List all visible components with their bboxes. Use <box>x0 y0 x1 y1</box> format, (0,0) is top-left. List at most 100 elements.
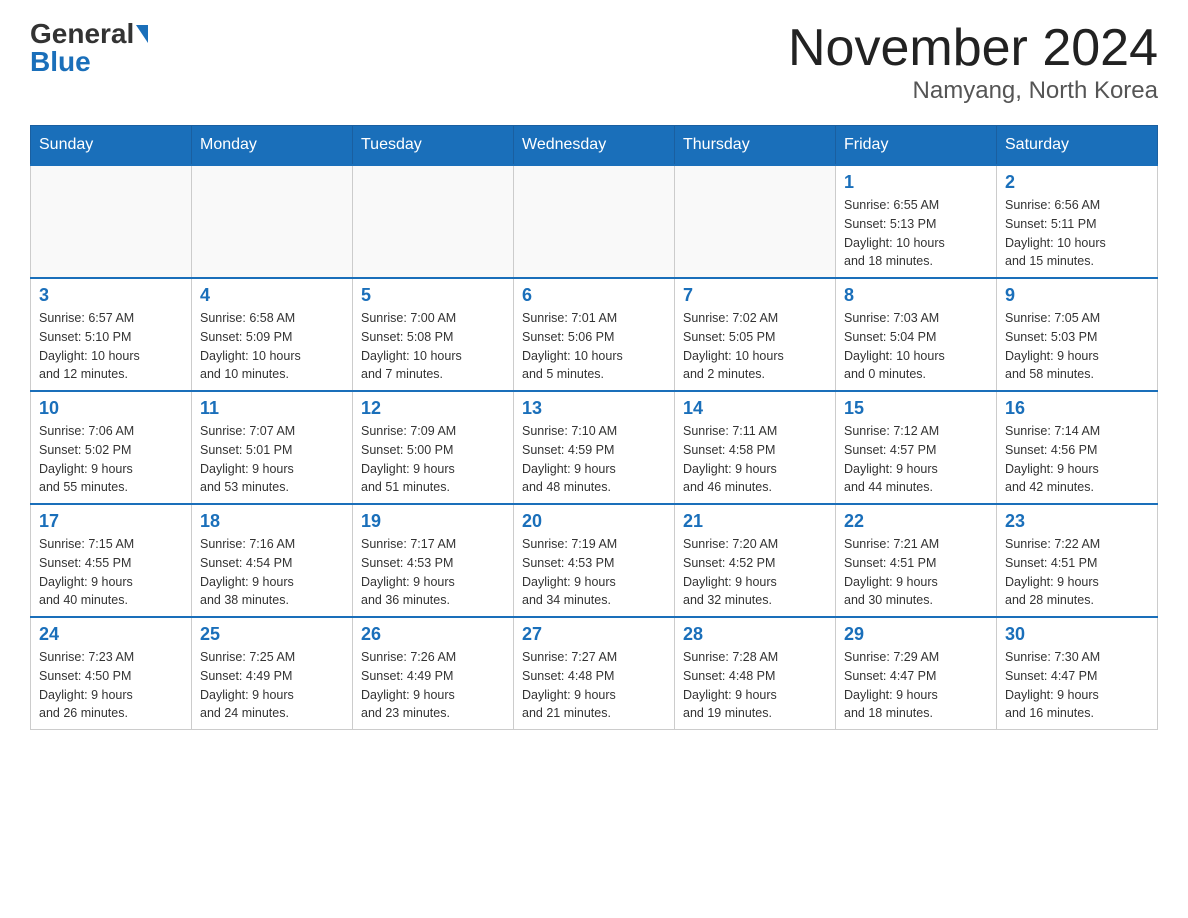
day-number: 2 <box>1005 172 1149 193</box>
calendar-cell: 3 Sunrise: 6:57 AM Sunset: 5:10 PM Daylig… <box>31 278 192 391</box>
logo-blue-text: Blue <box>30 48 91 76</box>
day-info: Sunrise: 6:55 AM Sunset: 5:13 PM Dayligh… <box>844 196 988 271</box>
calendar-cell: 15 Sunrise: 7:12 AM Sunset: 4:57 PM Dayli… <box>836 391 997 504</box>
day-info: Sunrise: 7:01 AM Sunset: 5:06 PM Dayligh… <box>522 309 666 384</box>
calendar-cell: 21 Sunrise: 7:20 AM Sunset: 4:52 PM Dayli… <box>675 504 836 617</box>
day-info: Sunrise: 6:58 AM Sunset: 5:09 PM Dayligh… <box>200 309 344 384</box>
day-info: Sunrise: 6:57 AM Sunset: 5:10 PM Dayligh… <box>39 309 183 384</box>
day-info: Sunrise: 7:22 AM Sunset: 4:51 PM Dayligh… <box>1005 535 1149 610</box>
calendar-table: SundayMondayTuesdayWednesdayThursdayFrid… <box>30 125 1158 730</box>
month-title: November 2024 <box>788 20 1158 77</box>
day-number: 15 <box>844 398 988 419</box>
calendar-cell: 2 Sunrise: 6:56 AM Sunset: 5:11 PM Daylig… <box>997 165 1158 278</box>
logo: General Blue <box>30 20 148 76</box>
calendar-cell: 22 Sunrise: 7:21 AM Sunset: 4:51 PM Dayli… <box>836 504 997 617</box>
day-info: Sunrise: 7:05 AM Sunset: 5:03 PM Dayligh… <box>1005 309 1149 384</box>
day-number: 19 <box>361 511 505 532</box>
day-number: 21 <box>683 511 827 532</box>
day-info: Sunrise: 6:56 AM Sunset: 5:11 PM Dayligh… <box>1005 196 1149 271</box>
day-number: 3 <box>39 285 183 306</box>
column-header-monday: Monday <box>192 126 353 166</box>
calendar-cell: 11 Sunrise: 7:07 AM Sunset: 5:01 PM Dayli… <box>192 391 353 504</box>
column-header-wednesday: Wednesday <box>514 126 675 166</box>
calendar-cell <box>353 165 514 278</box>
day-number: 23 <box>1005 511 1149 532</box>
day-info: Sunrise: 7:19 AM Sunset: 4:53 PM Dayligh… <box>522 535 666 610</box>
day-number: 6 <box>522 285 666 306</box>
calendar-cell: 20Sunrise: 7:19 AM Sunset: 4:53 PM Dayli… <box>514 504 675 617</box>
calendar-cell: 19 Sunrise: 7:17 AM Sunset: 4:53 PM Dayli… <box>353 504 514 617</box>
week-row-3: 17Sunrise: 7:15 AM Sunset: 4:55 PM Dayli… <box>31 504 1158 617</box>
page-header: General Blue November 2024 Namyang, Nort… <box>30 20 1158 105</box>
day-number: 24 <box>39 624 183 645</box>
column-header-sunday: Sunday <box>31 126 192 166</box>
week-row-1: 3 Sunrise: 6:57 AM Sunset: 5:10 PM Daylig… <box>31 278 1158 391</box>
day-number: 9 <box>1005 285 1149 306</box>
day-info: Sunrise: 7:30 AM Sunset: 4:47 PM Dayligh… <box>1005 648 1149 723</box>
column-header-friday: Friday <box>836 126 997 166</box>
day-number: 1 <box>844 172 988 193</box>
calendar-cell <box>192 165 353 278</box>
day-info: Sunrise: 7:26 AM Sunset: 4:49 PM Dayligh… <box>361 648 505 723</box>
calendar-cell: 23 Sunrise: 7:22 AM Sunset: 4:51 PM Dayli… <box>997 504 1158 617</box>
day-info: Sunrise: 7:16 AM Sunset: 4:54 PM Dayligh… <box>200 535 344 610</box>
day-info: Sunrise: 7:25 AM Sunset: 4:49 PM Dayligh… <box>200 648 344 723</box>
day-info: Sunrise: 7:29 AM Sunset: 4:47 PM Dayligh… <box>844 648 988 723</box>
column-header-saturday: Saturday <box>997 126 1158 166</box>
day-info: Sunrise: 7:20 AM Sunset: 4:52 PM Dayligh… <box>683 535 827 610</box>
day-number: 12 <box>361 398 505 419</box>
day-number: 7 <box>683 285 827 306</box>
calendar-cell: 25 Sunrise: 7:25 AM Sunset: 4:49 PM Dayli… <box>192 617 353 730</box>
calendar-cell: 30Sunrise: 7:30 AM Sunset: 4:47 PM Dayli… <box>997 617 1158 730</box>
day-info: Sunrise: 7:09 AM Sunset: 5:00 PM Dayligh… <box>361 422 505 497</box>
logo-arrow-icon <box>136 25 148 43</box>
calendar-cell: 28 Sunrise: 7:28 AM Sunset: 4:48 PM Dayli… <box>675 617 836 730</box>
location-title: Namyang, North Korea <box>788 77 1158 105</box>
day-number: 26 <box>361 624 505 645</box>
day-number: 13 <box>522 398 666 419</box>
day-number: 28 <box>683 624 827 645</box>
week-row-0: 1 Sunrise: 6:55 AM Sunset: 5:13 PM Daylig… <box>31 165 1158 278</box>
calendar-cell: 24 Sunrise: 7:23 AM Sunset: 4:50 PM Dayli… <box>31 617 192 730</box>
day-info: Sunrise: 7:10 AM Sunset: 4:59 PM Dayligh… <box>522 422 666 497</box>
calendar-cell: 14Sunrise: 7:11 AM Sunset: 4:58 PM Dayli… <box>675 391 836 504</box>
day-number: 4 <box>200 285 344 306</box>
calendar-cell <box>31 165 192 278</box>
week-row-2: 10 Sunrise: 7:06 AM Sunset: 5:02 PM Dayli… <box>31 391 1158 504</box>
day-info: Sunrise: 7:28 AM Sunset: 4:48 PM Dayligh… <box>683 648 827 723</box>
day-number: 5 <box>361 285 505 306</box>
day-info: Sunrise: 7:23 AM Sunset: 4:50 PM Dayligh… <box>39 648 183 723</box>
day-number: 22 <box>844 511 988 532</box>
day-number: 16 <box>1005 398 1149 419</box>
day-number: 18 <box>200 511 344 532</box>
day-number: 10 <box>39 398 183 419</box>
calendar-cell: 18 Sunrise: 7:16 AM Sunset: 4:54 PM Dayli… <box>192 504 353 617</box>
calendar-cell: 17Sunrise: 7:15 AM Sunset: 4:55 PM Dayli… <box>31 504 192 617</box>
calendar-cell: 16 Sunrise: 7:14 AM Sunset: 4:56 PM Dayli… <box>997 391 1158 504</box>
day-info: Sunrise: 7:17 AM Sunset: 4:53 PM Dayligh… <box>361 535 505 610</box>
day-number: 29 <box>844 624 988 645</box>
title-block: November 2024 Namyang, North Korea <box>788 20 1158 105</box>
calendar-cell <box>675 165 836 278</box>
column-header-tuesday: Tuesday <box>353 126 514 166</box>
day-info: Sunrise: 7:11 AM Sunset: 4:58 PM Dayligh… <box>683 422 827 497</box>
day-info: Sunrise: 7:14 AM Sunset: 4:56 PM Dayligh… <box>1005 422 1149 497</box>
day-info: Sunrise: 7:27 AM Sunset: 4:48 PM Dayligh… <box>522 648 666 723</box>
column-header-thursday: Thursday <box>675 126 836 166</box>
calendar-header-row: SundayMondayTuesdayWednesdayThursdayFrid… <box>31 126 1158 166</box>
day-info: Sunrise: 7:07 AM Sunset: 5:01 PM Dayligh… <box>200 422 344 497</box>
calendar-cell: 6 Sunrise: 7:01 AM Sunset: 5:06 PM Daylig… <box>514 278 675 391</box>
calendar-cell <box>514 165 675 278</box>
calendar-cell: 9 Sunrise: 7:05 AM Sunset: 5:03 PM Daylig… <box>997 278 1158 391</box>
day-info: Sunrise: 7:21 AM Sunset: 4:51 PM Dayligh… <box>844 535 988 610</box>
day-number: 27 <box>522 624 666 645</box>
day-number: 11 <box>200 398 344 419</box>
day-info: Sunrise: 7:15 AM Sunset: 4:55 PM Dayligh… <box>39 535 183 610</box>
day-number: 25 <box>200 624 344 645</box>
calendar-cell: 26 Sunrise: 7:26 AM Sunset: 4:49 PM Dayli… <box>353 617 514 730</box>
day-info: Sunrise: 7:12 AM Sunset: 4:57 PM Dayligh… <box>844 422 988 497</box>
calendar-cell: 5Sunrise: 7:00 AM Sunset: 5:08 PM Daylig… <box>353 278 514 391</box>
calendar-cell: 27 Sunrise: 7:27 AM Sunset: 4:48 PM Dayli… <box>514 617 675 730</box>
calendar-cell: 4 Sunrise: 6:58 AM Sunset: 5:09 PM Daylig… <box>192 278 353 391</box>
day-info: Sunrise: 7:06 AM Sunset: 5:02 PM Dayligh… <box>39 422 183 497</box>
